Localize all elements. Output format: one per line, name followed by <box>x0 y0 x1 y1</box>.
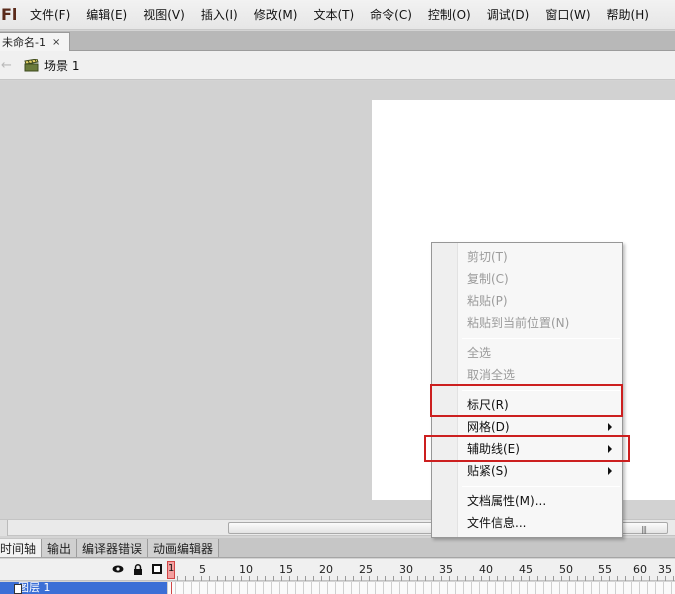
frame-number: 55 <box>598 563 612 576</box>
menu-item-file-info[interactable]: 文件信息... <box>459 512 622 534</box>
menu-bar: Fl 文件(F) 编辑(E) 视图(V) 插入(I) 修改(M) 文本(T) 命… <box>0 0 675 30</box>
frame-number: 35 <box>439 563 453 576</box>
menu-item-grid-label: 网格(D) <box>467 420 510 434</box>
frame-number: 40 <box>479 563 493 576</box>
menu-view[interactable]: 视图(V) <box>135 0 193 30</box>
menu-item-document-properties[interactable]: 文档属性(M)... <box>459 490 622 512</box>
submenu-arrow-icon <box>608 423 612 431</box>
menu-item-copy[interactable]: 复制(C) <box>459 268 622 290</box>
document-tab-title: 未命名-1 <box>2 36 46 49</box>
menu-edit[interactable]: 编辑(E) <box>78 0 135 30</box>
menu-debug[interactable]: 调试(D) <box>479 0 538 30</box>
lock-icon[interactable] <box>133 564 143 578</box>
menu-item-select-all[interactable]: 全选 <box>459 342 622 364</box>
menu-separator <box>462 486 620 487</box>
clapperboard-icon <box>24 57 40 72</box>
submenu-arrow-icon <box>608 467 612 475</box>
scene-label[interactable]: 场景 1 <box>44 57 79 74</box>
playhead-line <box>171 582 172 594</box>
layer-name[interactable]: 图层 1 <box>0 582 167 594</box>
playhead[interactable]: 1 <box>167 561 175 579</box>
menu-item-snapping[interactable]: 贴紧(S) <box>459 460 622 482</box>
edit-bar: ← 场景 1 <box>0 51 675 80</box>
app-logo: Fl <box>1 5 18 24</box>
tab-compiler-errors[interactable]: 编译器错误 <box>77 539 149 557</box>
scroll-left-button[interactable] <box>0 520 8 536</box>
frame-number: 50 <box>559 563 573 576</box>
menu-modify[interactable]: 修改(M) <box>246 0 306 30</box>
frame-ticks <box>177 576 675 581</box>
eye-icon[interactable] <box>112 564 124 577</box>
grip-icon: ||| <box>641 525 647 534</box>
close-icon[interactable]: × <box>52 37 60 48</box>
document-tab[interactable]: 未命名-1 × <box>0 32 70 51</box>
menu-commands[interactable]: 命令(C) <box>362 0 420 30</box>
highlight-box-rulers <box>430 384 623 417</box>
tab-output[interactable]: 输出 <box>42 539 78 557</box>
frame-number: 10 <box>239 563 253 576</box>
document-tab-bar: 未命名-1 × <box>0 31 675 51</box>
layer-row[interactable]: 图层 1 <box>0 582 675 594</box>
frame-ruler[interactable]: 1 5 10 15 20 25 30 35 40 45 50 55 60 35 <box>167 559 675 581</box>
menu-text[interactable]: 文本(T) <box>305 0 362 30</box>
frame-number: 60 <box>633 563 647 576</box>
menu-item-paste[interactable]: 粘贴(P) <box>459 290 622 312</box>
tab-motion-editor[interactable]: 动画编辑器 <box>148 539 220 557</box>
menu-window[interactable]: 窗口(W) <box>537 0 598 30</box>
layer-page-icon <box>14 584 22 594</box>
frame-number: 30 <box>399 563 413 576</box>
menu-control[interactable]: 控制(O) <box>420 0 479 30</box>
arrow-left-icon[interactable]: ← <box>0 58 18 73</box>
frame-number: 5 <box>199 563 206 576</box>
frame-number: 20 <box>319 563 333 576</box>
frame-number: 15 <box>279 563 293 576</box>
menu-item-cut[interactable]: 剪切(T) <box>459 246 622 268</box>
menu-item-paste-in-place[interactable]: 粘贴到当前位置(N) <box>459 312 622 334</box>
timeline-header: 1 5 10 15 20 25 30 35 40 45 50 55 60 35 <box>0 559 675 581</box>
frame-number: 45 <box>519 563 533 576</box>
menu-item-deselect-all[interactable]: 取消全选 <box>459 364 622 386</box>
tab-timeline[interactable]: 时间轴 <box>0 539 43 557</box>
menu-help[interactable]: 帮助(H) <box>599 0 657 30</box>
menu-separator <box>462 338 620 339</box>
frame-number: 35 <box>658 563 672 576</box>
panel-tabs: 时间轴 输出 编译器错误 动画编辑器 <box>0 538 675 558</box>
frame-number: 25 <box>359 563 373 576</box>
layer-frames[interactable] <box>167 582 675 594</box>
outline-square-icon[interactable] <box>152 564 162 577</box>
highlight-box-guides <box>424 435 630 462</box>
menu-item-snapping-label: 贴紧(S) <box>467 464 508 478</box>
menu-file[interactable]: 文件(F) <box>22 0 78 30</box>
menu-insert[interactable]: 插入(I) <box>193 0 246 30</box>
